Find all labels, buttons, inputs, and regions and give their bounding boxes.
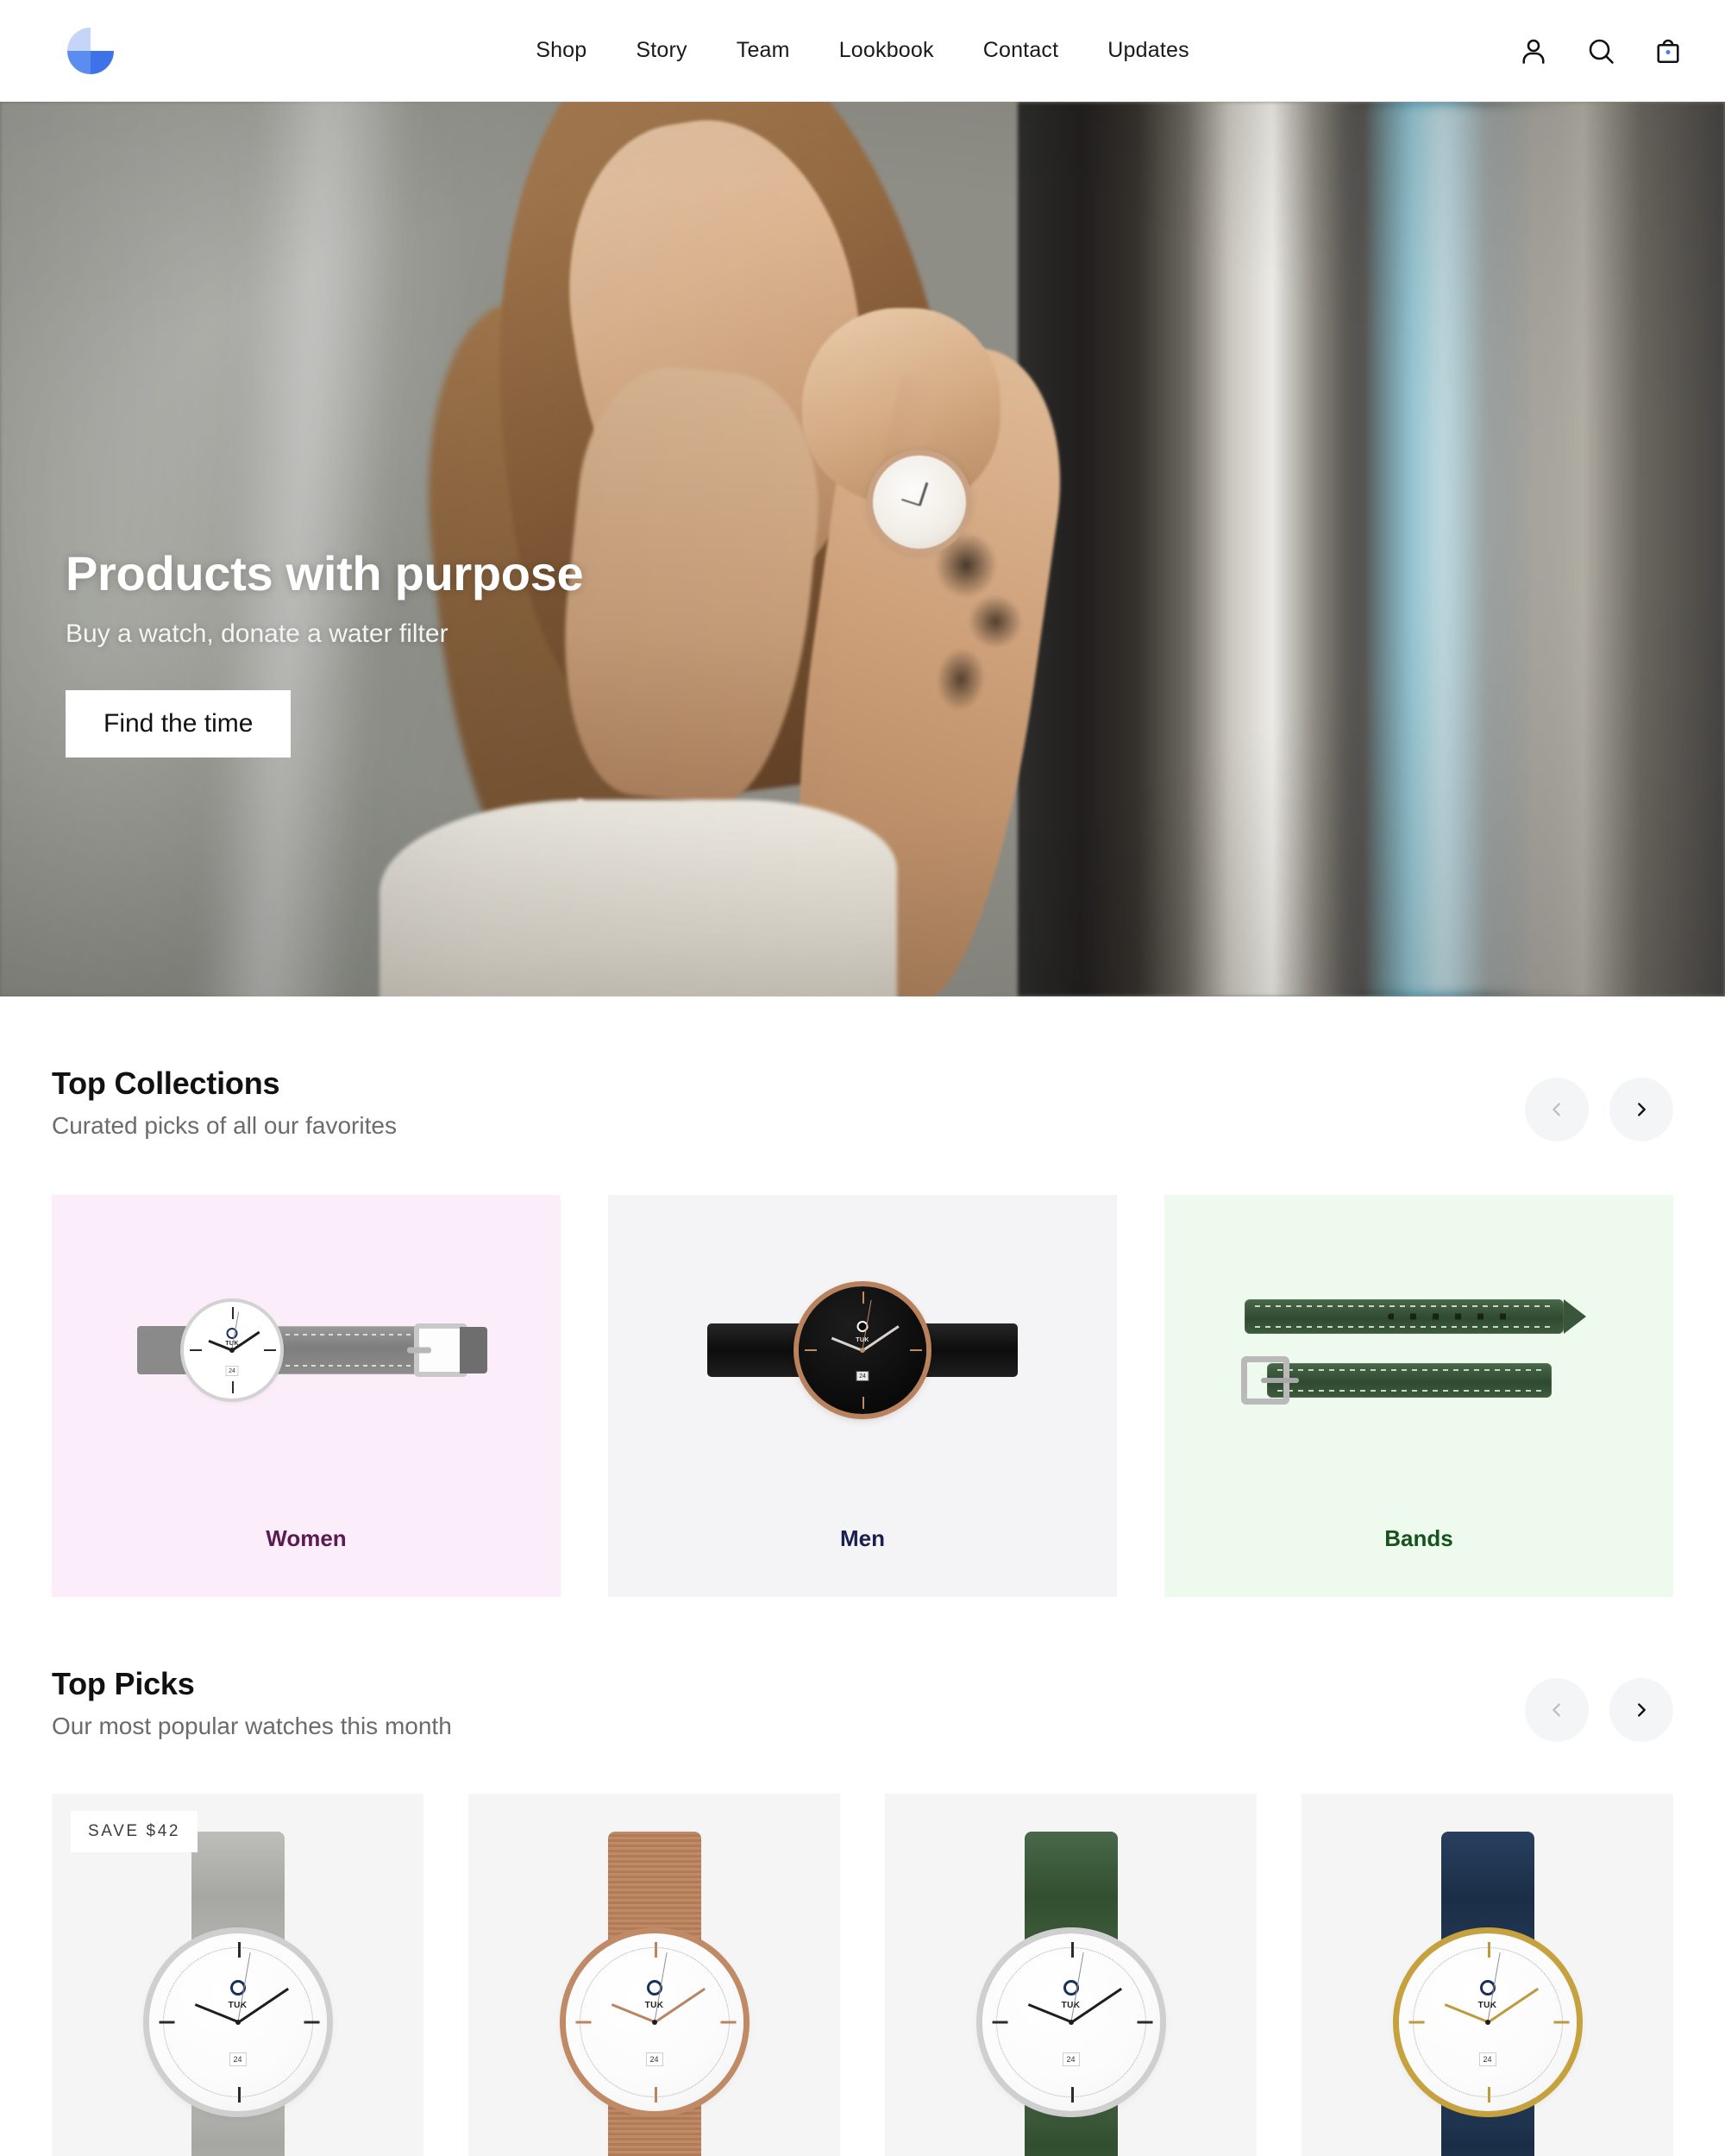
product-image: TUK 24 xyxy=(468,1832,840,2156)
bands-image xyxy=(1164,1195,1673,1505)
header-actions xyxy=(1518,35,1684,66)
chevron-right-icon xyxy=(1638,1703,1646,1717)
collections-next-button[interactable] xyxy=(1609,1078,1673,1141)
hero-content: Products with purpose Buy a watch, donat… xyxy=(66,546,584,757)
top-collections-section: Top Collections Curated picks of all our… xyxy=(0,996,1725,1597)
collection-card-women[interactable]: TUK 24 Women xyxy=(52,1195,561,1597)
site-header: Shop Story Team Lookbook Contact Updates xyxy=(0,0,1725,102)
main-nav: Shop Story Team Lookbook Contact Updates xyxy=(536,38,1189,63)
top-picks-section: Top Picks Our most popular watches this … xyxy=(0,1597,1725,2156)
collections-list: TUK 24 Women xyxy=(52,1195,1673,1597)
collection-label: Men xyxy=(840,1525,885,1551)
collection-label: Bands xyxy=(1384,1525,1453,1551)
watch-dial: TUK 24 xyxy=(566,1933,743,2111)
cart-icon[interactable] xyxy=(1653,35,1684,66)
nav-item-lookbook[interactable]: Lookbook xyxy=(839,38,934,63)
collection-label: Women xyxy=(266,1525,347,1551)
nav-item-story[interactable]: Story xyxy=(636,38,687,63)
find-the-time-button[interactable]: Find the time xyxy=(66,689,292,757)
dial-brand-text: TUK xyxy=(1061,2001,1081,2011)
nav-item-contact[interactable]: Contact xyxy=(983,38,1059,63)
dial-brand-text: TUK xyxy=(228,2001,248,2011)
picks-prev-button[interactable] xyxy=(1525,1678,1589,1742)
dial-date-window: 24 xyxy=(1062,2052,1080,2067)
mens-watch-image: TUK 24 xyxy=(608,1195,1117,1505)
product-image: TUK 24 xyxy=(885,1832,1257,2156)
dial-date-window: 24 xyxy=(1478,2052,1496,2067)
dial-date-window: 24 xyxy=(225,1365,239,1376)
product-card[interactable]: TUK 24 xyxy=(468,1794,840,2156)
chevron-right-icon xyxy=(1638,1103,1646,1116)
picks-title: Top Picks xyxy=(52,1666,195,1701)
save-badge: SAVE $42 xyxy=(71,1811,198,1852)
picks-list: SAVE $42 TUK 24 TUK 24 TUK 24 TUK 24 xyxy=(52,1794,1673,2156)
watch-dial: TUK 24 xyxy=(799,1286,926,1414)
watch-dial: TUK 24 xyxy=(982,1933,1160,2111)
collections-title: Top Collections xyxy=(52,1065,280,1101)
chevron-left-icon xyxy=(1552,1103,1560,1116)
account-icon[interactable] xyxy=(1518,35,1549,66)
nav-item-team[interactable]: Team xyxy=(737,38,790,63)
collections-carousel-nav xyxy=(1525,1065,1673,1141)
tuk-logo[interactable] xyxy=(64,24,117,78)
hero-title: Products with purpose xyxy=(66,546,584,600)
product-card[interactable]: SAVE $42 TUK 24 xyxy=(52,1794,423,2156)
womens-watch-image: TUK 24 xyxy=(52,1195,561,1505)
hero-subtitle: Buy a watch, donate a water filter xyxy=(66,619,448,648)
dial-brand-text: TUK xyxy=(1477,2001,1497,2011)
picks-header: Top Picks Our most popular watches this … xyxy=(52,1597,1673,1742)
watch-dial: TUK 24 xyxy=(1399,1933,1577,2111)
dial-brand-text: TUK xyxy=(644,2001,664,2011)
nav-item-updates[interactable]: Updates xyxy=(1107,38,1189,63)
collections-subtitle: Curated picks of all our favorites xyxy=(52,1112,397,1139)
collection-card-men[interactable]: TUK 24 Men xyxy=(608,1195,1117,1597)
hero-banner: Products with purpose Buy a watch, donat… xyxy=(0,102,1725,996)
watch-dial: TUK 24 xyxy=(184,1302,280,1399)
picks-next-button[interactable] xyxy=(1609,1678,1673,1742)
product-image: TUK 24 xyxy=(52,1832,423,2156)
collection-card-bands[interactable]: Bands xyxy=(1164,1195,1673,1597)
watch-dial: TUK 24 xyxy=(149,1933,327,2111)
dial-date-window: 24 xyxy=(856,1370,869,1381)
search-icon[interactable] xyxy=(1585,35,1616,66)
dial-date-window: 24 xyxy=(229,2052,247,2067)
collections-prev-button[interactable] xyxy=(1525,1078,1589,1141)
product-image: TUK 24 xyxy=(1302,1832,1673,2156)
chevron-left-icon xyxy=(1552,1703,1560,1717)
dial-date-window: 24 xyxy=(645,2052,663,2067)
picks-subtitle: Our most popular watches this month xyxy=(52,1713,452,1739)
logo-icon xyxy=(67,27,114,74)
nav-item-shop[interactable]: Shop xyxy=(536,38,586,63)
collections-header: Top Collections Curated picks of all our… xyxy=(52,996,1673,1141)
product-card[interactable]: TUK 24 xyxy=(885,1794,1257,2156)
product-card[interactable]: TUK 24 xyxy=(1302,1794,1673,2156)
picks-carousel-nav xyxy=(1525,1666,1673,1742)
